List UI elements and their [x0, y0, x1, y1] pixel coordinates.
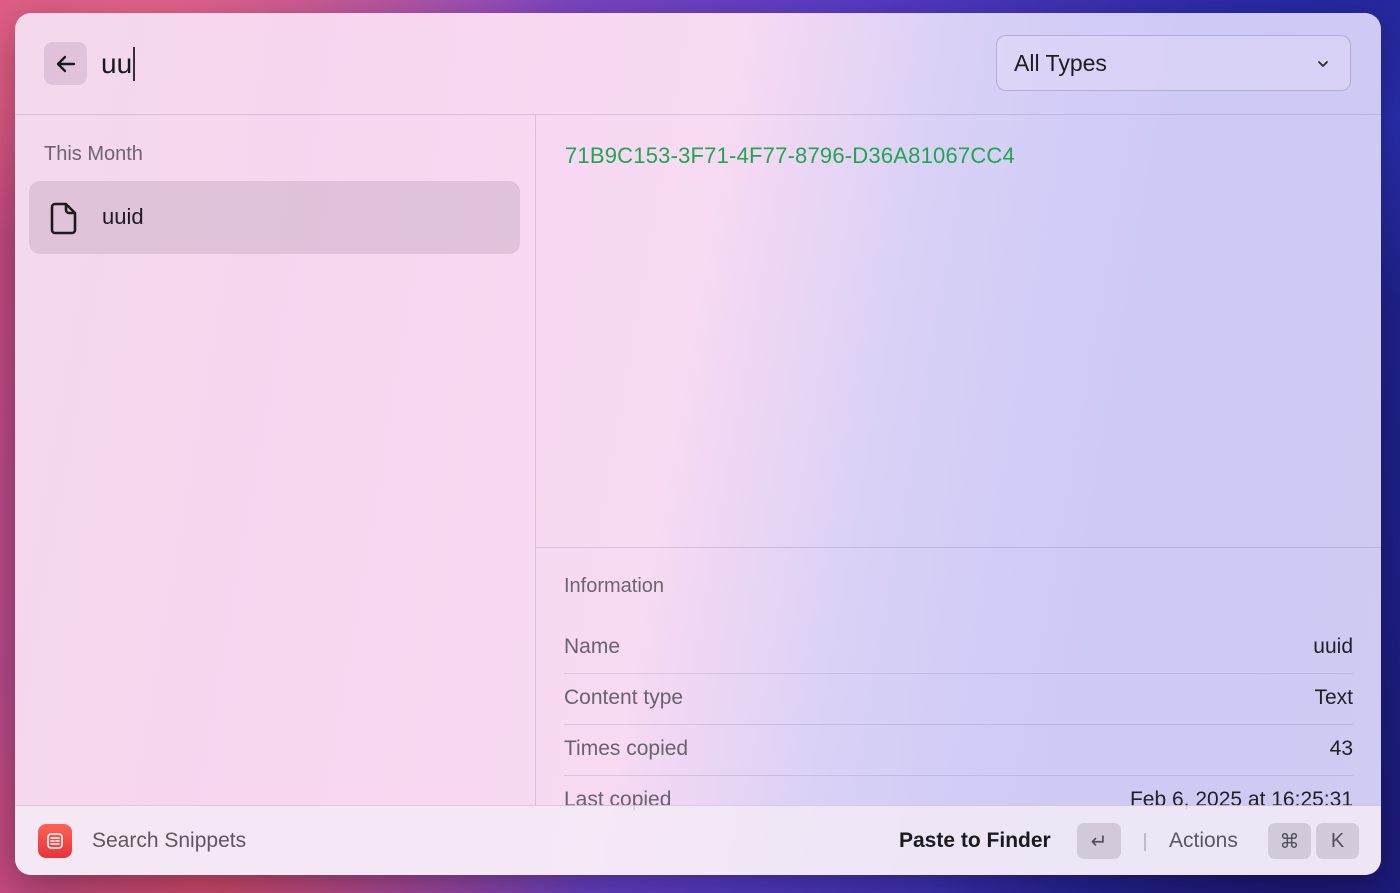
info-key: Content type — [564, 686, 684, 709]
footer-divider — [1144, 833, 1146, 851]
information-panel: Information Name uuid Content type Text … — [536, 547, 1381, 811]
info-value: uuid — [1313, 635, 1353, 658]
search-bar: uu All Types — [15, 13, 1381, 115]
info-row-content-type: Content type Text — [564, 673, 1353, 725]
search-input-value[interactable]: uu — [101, 48, 132, 80]
info-key: Times copied — [564, 737, 689, 760]
information-title: Information — [564, 575, 665, 597]
chevron-down-icon — [1318, 61, 1328, 67]
action-bar: Search Snippets Paste to Finder ↵ Action… — [15, 805, 1381, 875]
k-key-hint: K — [1316, 823, 1359, 859]
info-value: 43 — [1329, 737, 1353, 760]
list-item-label: uuid — [102, 204, 144, 229]
actions-button[interactable]: Actions — [1169, 829, 1238, 853]
paste-to-finder-button[interactable]: Paste to Finder — [899, 829, 1051, 853]
snippet-preview: 71B9C153-3F71-4F77-8796-D36A81067CC4 — [565, 143, 1015, 168]
detail-pane: 71B9C153-3F71-4F77-8796-D36A81067CC4 Inf… — [536, 115, 1381, 811]
search-input[interactable]: uu — [101, 43, 136, 85]
type-filter-value: All Types — [1014, 50, 1107, 76]
section-title: This Month — [44, 143, 143, 165]
snippets-glyph-icon — [47, 833, 63, 849]
type-filter-dropdown[interactable]: All Types — [996, 35, 1351, 91]
document-icon — [50, 202, 77, 235]
info-key: Name — [564, 635, 621, 658]
info-row-name: Name uuid — [564, 622, 1353, 674]
back-button[interactable] — [44, 42, 87, 85]
list-item[interactable]: uuid — [29, 181, 520, 254]
text-caret — [133, 47, 136, 81]
snippets-app-icon — [38, 824, 72, 858]
command-key-hint: ⌘ — [1268, 823, 1311, 859]
results-list: This Month uuid — [15, 115, 536, 805]
arrow-left-icon — [56, 55, 75, 72]
command-title: Search Snippets — [92, 829, 247, 852]
return-key-hint: ↵ — [1077, 823, 1121, 859]
info-row-times-copied: Times copied 43 — [564, 724, 1353, 776]
launcher-window: uu All Types This Month uuid 71B9C153-3F… — [15, 13, 1381, 875]
info-value: Text — [1314, 686, 1353, 709]
